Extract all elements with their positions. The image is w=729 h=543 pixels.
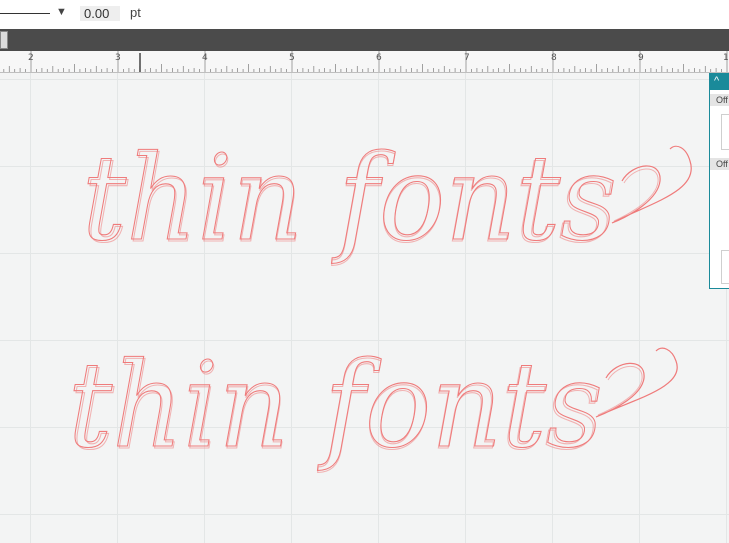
heart-swash-icon bbox=[611, 145, 692, 224]
ruler-label: 2 bbox=[28, 53, 34, 63]
chevron-up-icon[interactable]: ^ bbox=[714, 75, 719, 87]
panel-section-title: Off bbox=[710, 94, 729, 106]
ruler-label: 3 bbox=[115, 53, 121, 63]
offset-distance-input[interactable]: 0.00 bbox=[80, 6, 120, 21]
panel-checkbox-row[interactable] bbox=[721, 182, 729, 196]
script-text-inner: thin fonts bbox=[70, 338, 601, 476]
script-text-inner: thin fonts bbox=[84, 131, 615, 269]
ruler-label: 9 bbox=[638, 53, 644, 63]
line-style-preview[interactable] bbox=[0, 13, 50, 14]
canvas-artwork: thin fonts thin fonts thin fonts thin fo… bbox=[67, 128, 692, 477]
panel-radio-row[interactable] bbox=[721, 220, 729, 234]
top-toolbar: ▼ 0.00 pt bbox=[0, 0, 729, 29]
tab-bar bbox=[0, 29, 729, 51]
panel-value-field[interactable] bbox=[721, 250, 729, 284]
ruler-label: 1 bbox=[723, 53, 729, 63]
offset-panel: ^ Off Off bbox=[709, 73, 729, 289]
heart-swash-inner bbox=[597, 365, 643, 416]
ruler-label: 6 bbox=[376, 53, 382, 63]
triangle-down-icon[interactable]: ▼ bbox=[56, 6, 67, 18]
panel-header[interactable]: ^ bbox=[710, 74, 729, 90]
ruler-label: 7 bbox=[464, 53, 470, 63]
heart-swash-inner bbox=[613, 168, 659, 222]
offset-style-option[interactable] bbox=[721, 114, 729, 150]
unit-label: pt bbox=[130, 5, 141, 20]
ruler-label: 5 bbox=[289, 53, 295, 63]
text-object-top[interactable]: thin fonts thin fonts bbox=[81, 128, 692, 270]
heart-swash-icon bbox=[595, 347, 678, 418]
panel-section-title: Off bbox=[710, 158, 729, 170]
ruler-label: 4 bbox=[202, 53, 208, 63]
design-canvas[interactable]: thin fonts thin fonts thin fonts thin fo… bbox=[0, 73, 729, 543]
ruler-label: 8 bbox=[551, 53, 557, 63]
collapse-sidebar-tab[interactable] bbox=[0, 31, 8, 49]
horizontal-ruler: 2 3 4 5 6 7 8 9 1 bbox=[0, 51, 729, 73]
ruler-ticks bbox=[3, 51, 728, 72]
text-object-bottom[interactable]: thin fonts thin fonts bbox=[67, 335, 678, 477]
